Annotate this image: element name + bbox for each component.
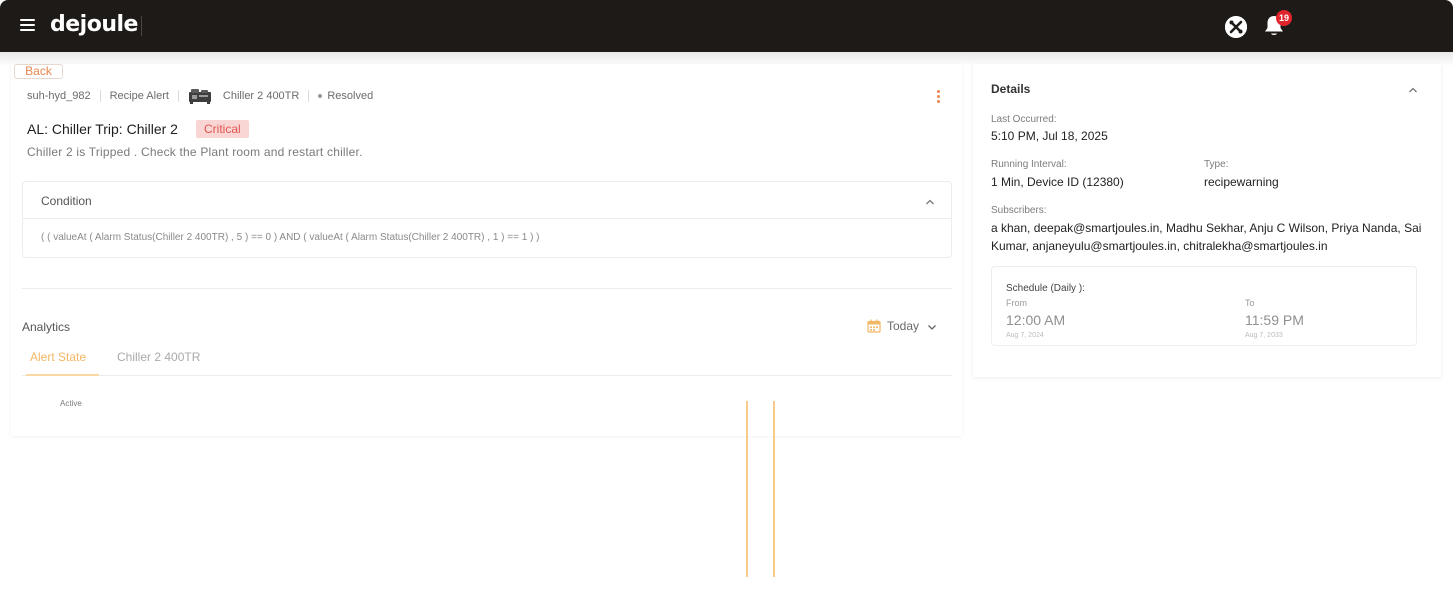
tools-icon[interactable] — [1225, 16, 1247, 38]
back-button[interactable]: Back — [14, 64, 63, 79]
meta-separator — [308, 90, 310, 102]
menu-icon[interactable] — [20, 19, 35, 32]
site-id: suh-hyd_982 — [27, 90, 91, 102]
analytics-title: Analytics — [22, 320, 71, 334]
date-range-label: Today — [887, 319, 920, 333]
alert-state-chart: Active — [22, 390, 952, 580]
schedule-panel — [991, 266, 1417, 346]
schedule-to-time: 11:59 PM — [1245, 312, 1304, 328]
chart-y-label: Active — [60, 399, 82, 408]
chevron-up-icon[interactable] — [1408, 82, 1418, 93]
alert-state-bar — [773, 401, 775, 577]
alert-state-bar — [746, 401, 748, 577]
more-options-icon[interactable] — [936, 90, 942, 104]
tab-chiller-2-400tr[interactable]: Chiller 2 400TR — [117, 350, 200, 364]
details-title: Details — [991, 82, 1031, 96]
subscribers-line-1: a khan, deepak@smartjoules.in, Madhu Sek… — [991, 221, 1422, 235]
alert-type: Recipe Alert — [109, 90, 169, 102]
running-interval-value: 1 Min, Device ID (12380) — [991, 175, 1124, 189]
schedule-from-date: Aug 7, 2024 — [1006, 332, 1044, 339]
condition-expression: ( ( valueAt ( Alarm Status(Chiller 2 400… — [41, 232, 540, 243]
logo-divider — [141, 16, 142, 36]
condition-title: Condition — [41, 194, 92, 208]
schedule-from-time: 12:00 AM — [1006, 312, 1066, 328]
active-tab-indicator — [26, 374, 99, 376]
type-value: recipewarning — [1204, 175, 1279, 189]
meta-separator — [99, 90, 101, 102]
condition-panel: Condition ( ( valueAt ( Alarm Status(Chi… — [22, 181, 952, 258]
alert-meta-row: suh-hyd_982 Recipe Alert Chiller 2 400TR… — [27, 88, 373, 104]
schedule-from-label: From — [1006, 298, 1027, 308]
alert-description: Chiller 2 is Tripped . Check the Plant r… — [27, 145, 363, 159]
subscribers-label: Subscribers: — [991, 205, 1047, 216]
status-dot — [318, 94, 323, 98]
chevron-down-icon — [927, 321, 937, 331]
severity-badge: Critical — [196, 120, 249, 138]
condition-header[interactable]: Condition — [23, 182, 951, 219]
last-occurred-label: Last Occurred: — [991, 114, 1057, 125]
last-occurred-value: 5:10 PM, Jul 18, 2025 — [991, 129, 1108, 143]
running-interval-label: Running Interval: — [991, 159, 1067, 170]
chevron-up-icon[interactable] — [925, 194, 935, 205]
device-name: Chiller 2 400TR — [222, 90, 300, 102]
chiller-icon — [188, 88, 212, 104]
schedule-to-date: Aug 7, 2033 — [1245, 332, 1283, 339]
type-label: Type: — [1204, 159, 1229, 170]
analytics-tabs: Alert State Chiller 2 400TR — [22, 344, 952, 376]
subscribers-line-2: Kumar, anjaneyulu@smartjoules.in, chitra… — [991, 239, 1328, 253]
status-text: Resolved — [327, 90, 374, 102]
section-divider — [22, 288, 952, 289]
tab-alert-state[interactable]: Alert State — [30, 350, 86, 364]
notification-badge: 19 — [1276, 10, 1293, 26]
top-bar: dejoule 19 — [0, 0, 1453, 52]
calendar-icon — [867, 319, 881, 333]
app-logo[interactable]: dejoule — [50, 12, 138, 37]
alert-title: AL: Chiller Trip: Chiller 2 — [27, 121, 178, 137]
schedule-to-label: To — [1245, 298, 1255, 308]
date-range-picker[interactable]: Today — [867, 318, 937, 334]
meta-separator — [177, 90, 179, 102]
schedule-title: Schedule (Daily ): — [1006, 283, 1085, 294]
